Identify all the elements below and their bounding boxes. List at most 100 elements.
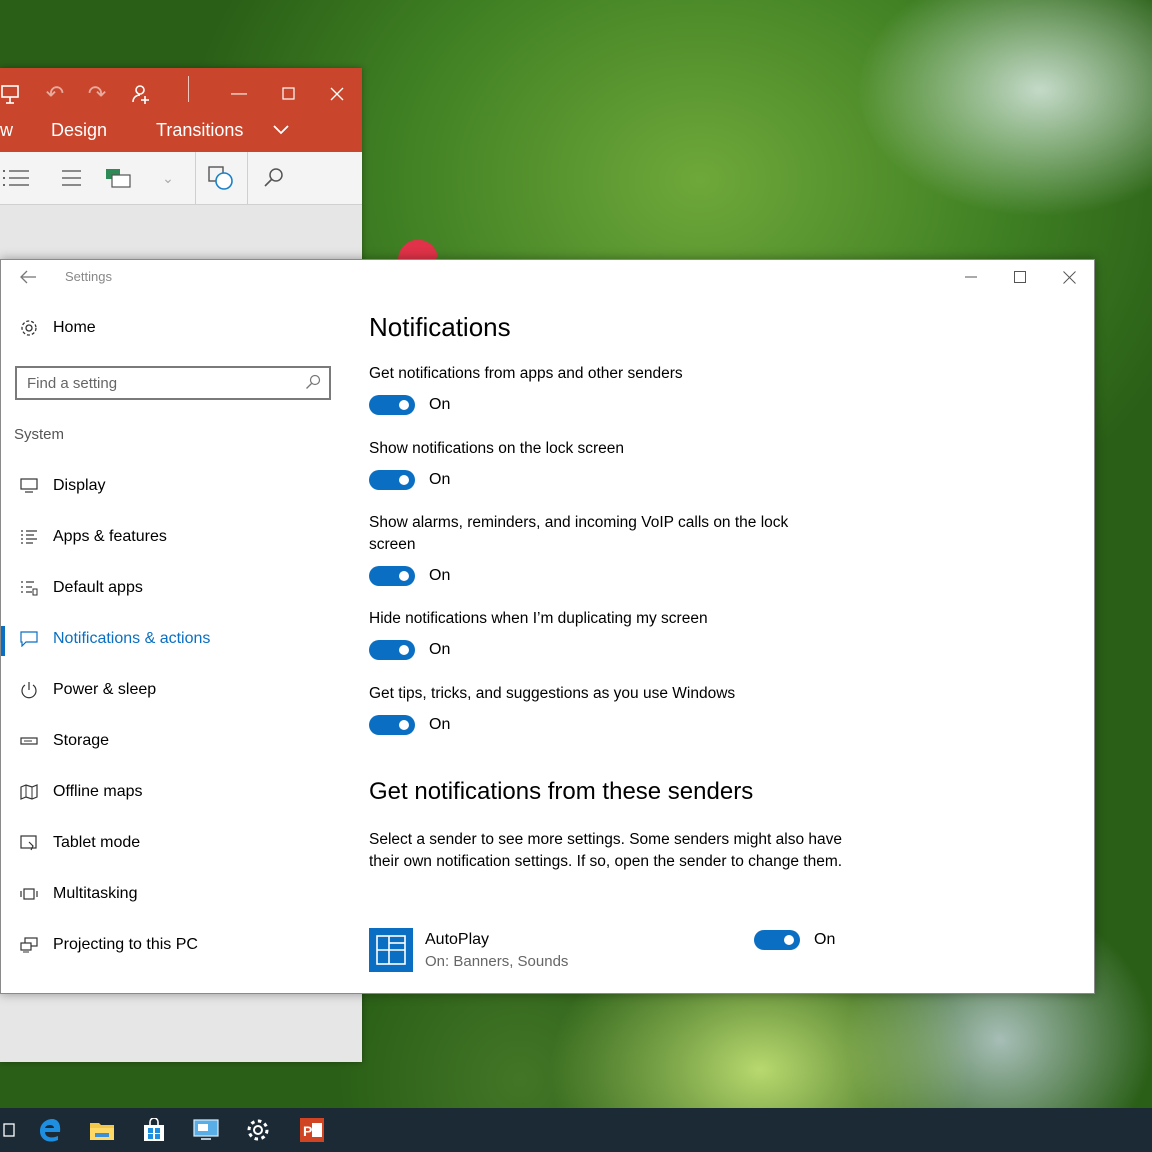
toggle-row: On bbox=[369, 470, 450, 490]
monitor-icon bbox=[17, 474, 41, 498]
taskbar: P bbox=[0, 1108, 1152, 1152]
search-icon[interactable] bbox=[305, 374, 323, 392]
edge-icon[interactable] bbox=[28, 1112, 72, 1148]
toggle-switch[interactable] bbox=[754, 930, 800, 950]
task-view-icon[interactable] bbox=[0, 1112, 30, 1148]
toggle-switch[interactable] bbox=[369, 470, 415, 490]
powerpoint-ribbon: ⌄ bbox=[0, 152, 362, 205]
tablet-icon bbox=[17, 831, 41, 855]
window-title: Settings bbox=[65, 269, 112, 284]
storage-icon bbox=[17, 729, 41, 753]
search-input[interactable] bbox=[17, 368, 297, 398]
power-icon bbox=[17, 678, 41, 702]
sender-name: AutoPlay bbox=[425, 931, 490, 948]
ribbon-divider bbox=[247, 152, 248, 204]
toggle-knob bbox=[784, 935, 794, 945]
sidebar-item-label: Display bbox=[53, 477, 106, 494]
toggle-knob bbox=[399, 720, 409, 730]
sidebar-item-apps-features[interactable]: Apps & features bbox=[17, 520, 167, 554]
sidebar-item-label: Projecting to this PC bbox=[53, 936, 198, 953]
tab-transitions[interactable]: Transitions bbox=[156, 120, 243, 141]
toggle-row: On bbox=[369, 715, 450, 735]
active-indicator bbox=[1, 626, 5, 656]
new-slide-icon[interactable] bbox=[102, 162, 134, 194]
present-icon[interactable] bbox=[0, 74, 24, 114]
sidebar-item-power-sleep[interactable]: Power & sleep bbox=[17, 673, 156, 707]
sidebar-item-label: Home bbox=[53, 319, 96, 336]
sidebar-item-home[interactable]: Home bbox=[17, 316, 96, 340]
tab-design[interactable]: Design bbox=[51, 120, 107, 141]
toggle-state: On bbox=[814, 931, 836, 948]
toggle-state: On bbox=[429, 567, 451, 584]
autoplay-icon bbox=[369, 928, 413, 972]
settings-gear-icon[interactable] bbox=[236, 1112, 280, 1148]
share-person-icon[interactable] bbox=[126, 74, 156, 114]
gear-icon bbox=[17, 316, 41, 340]
sidebar-item-tablet-mode[interactable]: Tablet mode bbox=[17, 826, 140, 860]
minimize-icon[interactable] bbox=[947, 260, 995, 294]
sidebar-item-offline-maps[interactable]: Offline maps bbox=[17, 775, 143, 809]
sidebar-item-label: Power & sleep bbox=[53, 681, 157, 698]
undo-icon[interactable]: ↶ bbox=[40, 74, 70, 114]
toggle-state: On bbox=[429, 471, 451, 488]
list-icon bbox=[17, 525, 41, 549]
search-box[interactable] bbox=[15, 366, 331, 400]
map-icon bbox=[17, 780, 41, 804]
search-icon[interactable] bbox=[258, 162, 290, 194]
sidebar-item-storage[interactable]: Storage bbox=[17, 724, 109, 758]
projecting-icon bbox=[17, 933, 41, 957]
default-apps-icon bbox=[17, 576, 41, 600]
senders-description: Select a sender to see more settings. So… bbox=[369, 831, 843, 870]
sidebar-item-display[interactable]: Display bbox=[17, 469, 105, 503]
title-separator bbox=[188, 76, 189, 102]
redo-icon[interactable]: ↷ bbox=[82, 74, 112, 114]
maximize-icon[interactable] bbox=[274, 74, 304, 114]
option-label: Get tips, tricks, and suggestions as you… bbox=[369, 685, 736, 702]
chevron-down-icon[interactable] bbox=[270, 118, 292, 145]
close-icon[interactable] bbox=[1045, 260, 1093, 294]
option-label: Show notifications on the lock screen bbox=[369, 440, 625, 457]
toggle-switch[interactable] bbox=[369, 640, 415, 660]
tab-view-partial[interactable]: w bbox=[0, 120, 13, 141]
settings-sidebar: Home System Display Apps & features De bbox=[1, 294, 346, 994]
multitasking-icon bbox=[17, 882, 41, 906]
sidebar-item-projecting[interactable]: Projecting to this PC bbox=[17, 928, 198, 962]
section-label-system: System bbox=[14, 426, 65, 443]
chevron-down-icon[interactable]: ⌄ bbox=[152, 162, 184, 194]
sidebar-item-label: Tablet mode bbox=[53, 834, 141, 851]
toggle-switch[interactable] bbox=[369, 566, 415, 586]
numbering-icon[interactable] bbox=[52, 162, 84, 194]
sidebar-item-notifications-actions[interactable]: Notifications & actions bbox=[17, 622, 210, 656]
sidebar-item-label: Storage bbox=[53, 732, 110, 749]
senders-heading: Get notifications from these senders bbox=[369, 778, 754, 805]
toggle-row: On bbox=[754, 930, 835, 950]
toggle-switch[interactable] bbox=[369, 395, 415, 415]
back-arrow-icon[interactable] bbox=[15, 264, 41, 290]
sidebar-item-label: Notifications & actions bbox=[53, 630, 211, 647]
page-title: Notifications bbox=[369, 312, 511, 342]
toggle-state: On bbox=[429, 641, 451, 658]
toggle-switch[interactable] bbox=[369, 715, 415, 735]
remote-desktop-icon[interactable] bbox=[184, 1112, 228, 1148]
svg-text:P: P bbox=[303, 1123, 312, 1139]
toggle-knob bbox=[399, 400, 409, 410]
toggle-state: On bbox=[429, 716, 451, 733]
powerpoint-icon[interactable]: P bbox=[290, 1112, 334, 1148]
file-explorer-icon[interactable] bbox=[80, 1112, 124, 1148]
close-icon[interactable] bbox=[322, 74, 352, 114]
store-icon[interactable] bbox=[132, 1112, 176, 1148]
sidebar-item-multitasking[interactable]: Multitasking bbox=[17, 877, 137, 911]
toggle-row: On bbox=[369, 566, 450, 586]
sidebar-item-label: Apps & features bbox=[53, 528, 167, 545]
minimize-icon[interactable]: — bbox=[224, 74, 254, 114]
bullets-icon[interactable] bbox=[0, 162, 32, 194]
settings-title-bar[interactable]: Settings bbox=[1, 260, 1094, 294]
settings-window[interactable]: Settings Home System Dis bbox=[0, 259, 1095, 994]
sidebar-item-label: Offline maps bbox=[53, 783, 143, 800]
sidebar-item-label: Default apps bbox=[53, 579, 143, 596]
maximize-icon[interactable] bbox=[996, 260, 1044, 294]
powerpoint-title-bar[interactable]: ↶ ↷ — w Design Transitions bbox=[0, 68, 362, 152]
sidebar-item-default-apps[interactable]: Default apps bbox=[17, 571, 143, 605]
option-label: Show alarms, reminders, and incoming VoI… bbox=[369, 514, 789, 553]
shapes-icon[interactable] bbox=[205, 162, 237, 194]
